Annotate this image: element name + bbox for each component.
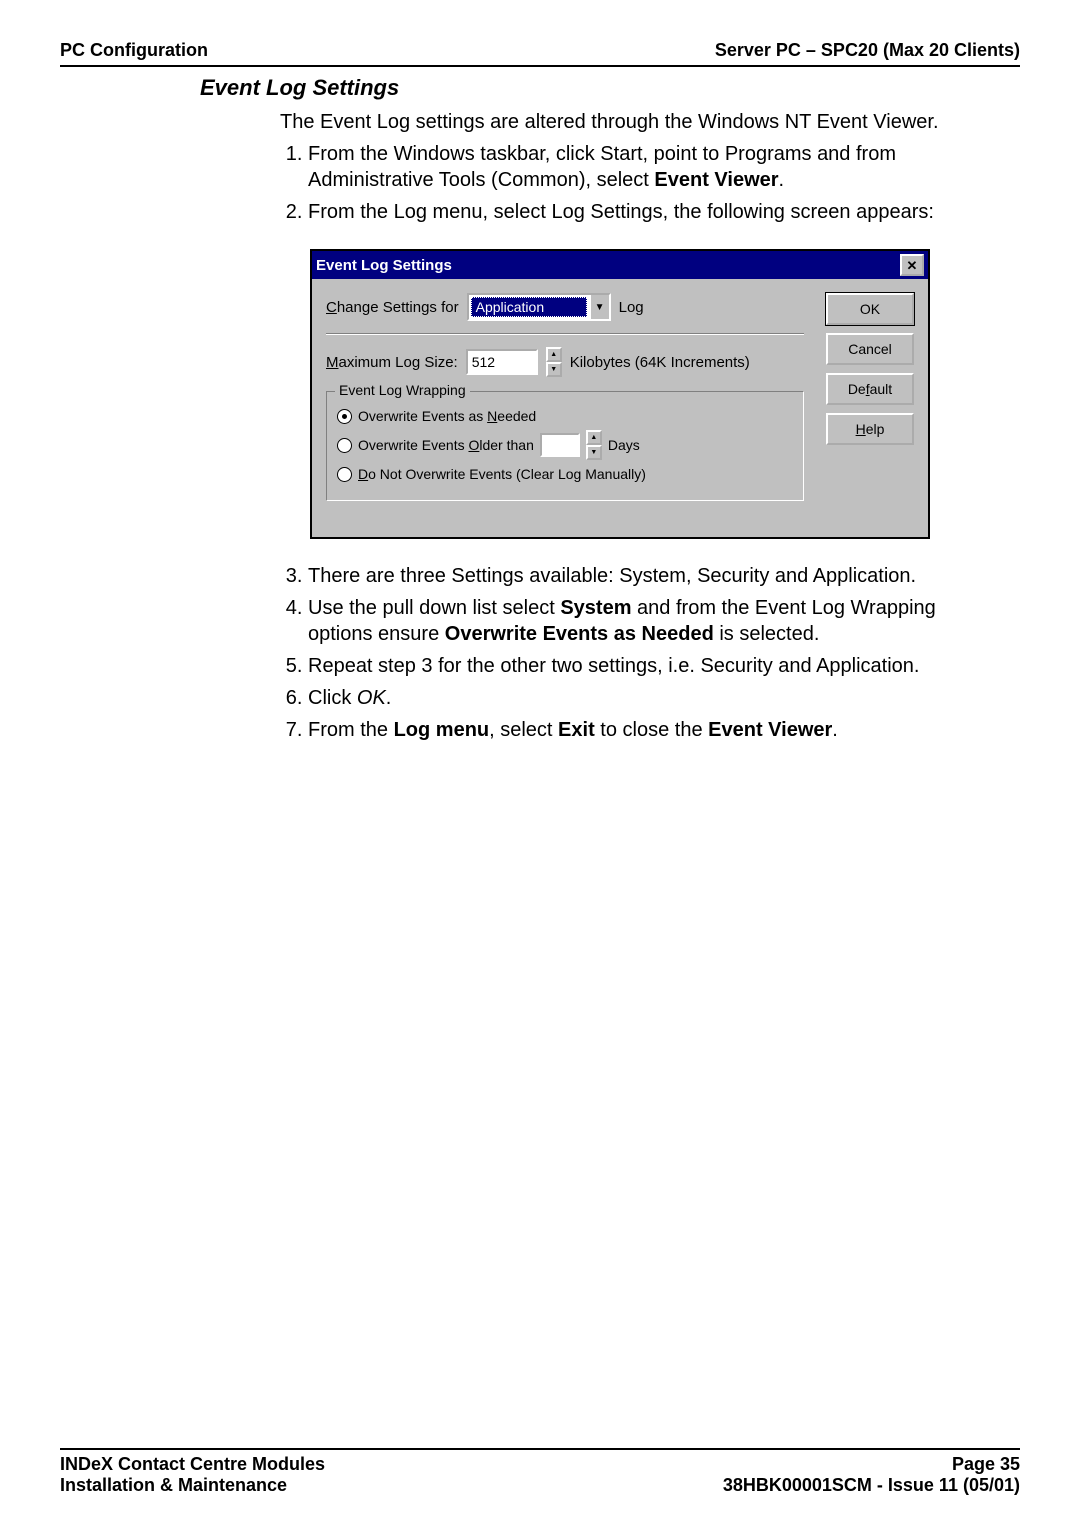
step-1-bold: Event Viewer [654,169,778,191]
step-3: There are three Settings available: Syst… [308,563,980,589]
log-suffix-label: Log [619,299,644,316]
t: to close the [595,719,708,741]
max-log-size-spinner[interactable]: ▲ ▼ [546,347,562,377]
radio-label: Overwrite Events Older than [358,437,534,453]
ok-button[interactable]: OK [826,293,914,325]
combobox-selected: Application [471,297,587,317]
cancel-button[interactable]: Cancel [826,333,914,365]
close-icon[interactable]: ✕ [900,254,924,276]
days-input[interactable] [540,433,580,457]
spinner-up-icon[interactable]: ▲ [546,347,562,362]
radio-label: Do Not Overwrite Events (Clear Log Manua… [358,466,646,482]
page-footer: INDeX Contact Centre Modules Installatio… [60,1440,1020,1496]
spinner-down-icon[interactable]: ▼ [546,362,562,377]
radio-overwrite-needed[interactable]: Overwrite Events as Needed [337,408,793,424]
event-log-settings-dialog: Event Log Settings ✕ Change Settings for… [310,249,930,539]
t: Log menu [394,719,490,741]
log-type-combobox[interactable]: Application ▼ [467,293,611,321]
help-button[interactable]: Help [826,413,914,445]
max-log-size-input[interactable]: 512 [466,349,538,375]
change-settings-label: Change Settings for [326,299,459,316]
header-left: PC Configuration [60,40,208,61]
footer-right-2: 38HBK00001SCM - Issue 11 (05/01) [723,1475,1020,1496]
t: , select [489,719,558,741]
footer-right-1: Page 35 [723,1454,1020,1475]
header-right: Server PC – SPC20 (Max 20 Clients) [715,40,1020,61]
dialog-separator [326,333,804,335]
default-button[interactable]: Default [826,373,914,405]
radio-do-not-overwrite[interactable]: Do Not Overwrite Events (Clear Log Manua… [337,466,793,482]
radio-icon[interactable] [337,467,352,482]
t: . [386,687,392,709]
footer-left-2: Installation & Maintenance [60,1475,325,1496]
step-5: Repeat step 3 for the other two settings… [308,653,980,679]
group-legend: Event Log Wrapping [335,382,470,398]
t: is selected. [714,623,820,645]
days-spinner[interactable]: ▲ ▼ [586,430,602,460]
footer-left-1: INDeX Contact Centre Modules [60,1454,325,1475]
t: Click [308,687,357,709]
chevron-down-icon[interactable]: ▼ [589,295,609,319]
step-1-text: From the Windows taskbar, click Start, p… [308,143,896,191]
max-log-size-row: Maximum Log Size: 512 ▲ ▼ Kilobytes (64K… [326,347,804,377]
radio-overwrite-older[interactable]: Overwrite Events Older than ▲ ▼ Days [337,430,793,460]
kilobytes-label: Kilobytes (64K Increments) [570,354,750,371]
dialog-titlebar: Event Log Settings ✕ [312,251,928,279]
t: . [832,719,838,741]
steps-list-2: There are three Settings available: Syst… [280,563,980,743]
t: Use the pull down list select [308,597,560,619]
section-title: Event Log Settings [200,75,1020,101]
step-2: From the Log menu, select Log Settings, … [308,199,980,225]
radio-icon[interactable] [337,409,352,424]
spinner-down-icon[interactable]: ▼ [586,445,602,460]
dialog-title: Event Log Settings [316,257,900,274]
intro-text: The Event Log settings are altered throu… [280,109,980,135]
max-log-size-label: Maximum Log Size: [326,354,458,371]
t: Event Viewer [708,719,832,741]
steps-list-1: From the Windows taskbar, click Start, p… [280,141,980,225]
radio-label: Overwrite Events as Needed [358,408,536,424]
dialog-screenshot: Event Log Settings ✕ Change Settings for… [310,249,930,539]
t: Overwrite Events as Needed [445,623,714,645]
step-4: Use the pull down list select System and… [308,595,980,647]
radio-icon[interactable] [337,438,352,453]
footer-rule [60,1448,1020,1450]
t: System [560,597,631,619]
page-header: PC Configuration Server PC – SPC20 (Max … [60,40,1020,61]
step-6: Click OK. [308,685,980,711]
t: OK [357,687,386,709]
step-1: From the Windows taskbar, click Start, p… [308,141,980,193]
step-7: From the Log menu, select Exit to close … [308,717,980,743]
days-label: Days [608,437,640,453]
t: From the [308,719,394,741]
spinner-up-icon[interactable]: ▲ [586,430,602,445]
event-log-wrapping-group: Event Log Wrapping Overwrite Events as N… [326,391,804,501]
step-1-end: . [779,169,785,191]
header-rule [60,65,1020,67]
t: Exit [558,719,595,741]
